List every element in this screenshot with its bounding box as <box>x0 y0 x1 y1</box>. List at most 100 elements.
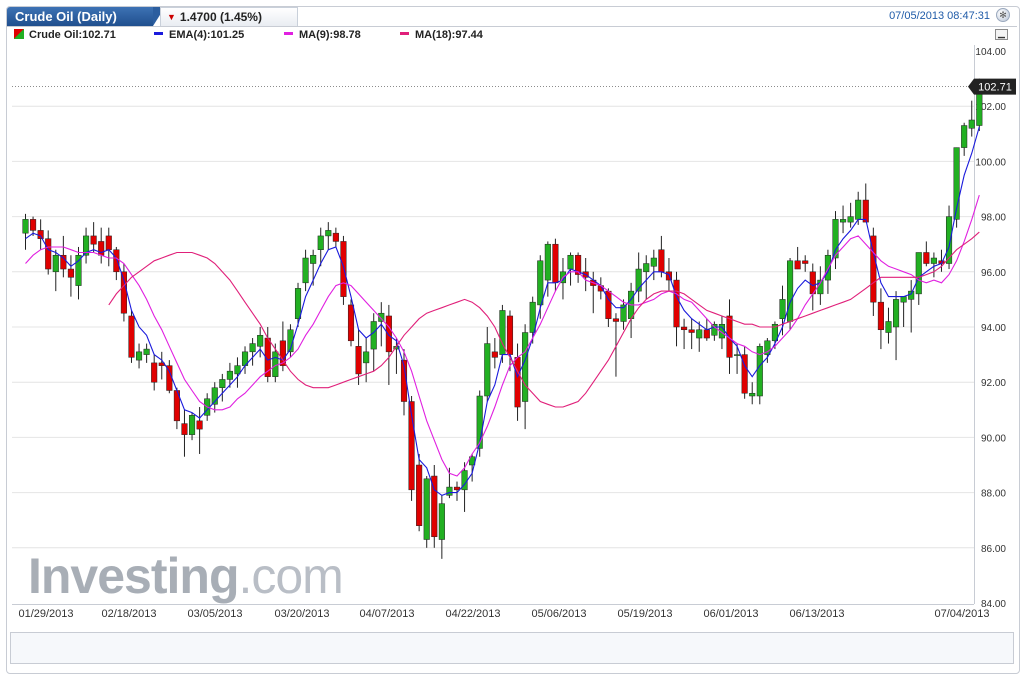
candle-body <box>272 351 279 377</box>
candle-body <box>787 260 794 322</box>
candle-body <box>446 486 453 496</box>
y-tick-label: 90.00 <box>981 433 1006 444</box>
candle-body <box>181 423 188 435</box>
candle-body <box>893 299 900 328</box>
watermark-suffix: .com <box>238 548 343 604</box>
candle-body <box>423 478 430 540</box>
candle-body <box>310 254 317 264</box>
candle-body <box>779 299 786 319</box>
candle-body <box>673 279 680 328</box>
candle-body <box>900 296 907 303</box>
x-tick-label: 06/13/2013 <box>789 608 844 620</box>
candle-body <box>325 230 332 237</box>
candle-body <box>332 232 339 242</box>
candle-body <box>67 268 74 278</box>
y-tick-label: 94.00 <box>981 323 1006 334</box>
candle-body <box>832 219 839 259</box>
y-tick-label: 88.00 <box>981 489 1006 500</box>
x-tick-label: 04/07/2013 <box>359 608 414 620</box>
time-navigator[interactable] <box>10 632 1014 664</box>
candle-body <box>658 249 665 273</box>
candle-body <box>363 351 370 364</box>
candle-body <box>802 260 809 264</box>
candle-body <box>522 332 529 402</box>
y-tick-label: 104.00 <box>975 47 1006 58</box>
x-tick-label: 06/01/2013 <box>703 608 758 620</box>
candle-body <box>544 243 551 281</box>
candle-body <box>98 241 105 256</box>
candle-body <box>234 365 241 375</box>
y-tick-label: 98.00 <box>981 213 1006 224</box>
candle-body <box>340 241 347 297</box>
candle-body <box>90 235 97 245</box>
candle-body <box>196 420 203 430</box>
series-line-ma18 <box>108 231 980 408</box>
y-tick-label: 86.00 <box>981 544 1006 555</box>
candle-body <box>840 219 847 223</box>
candle-body <box>749 392 756 397</box>
y-tick-label: 100.00 <box>975 157 1006 168</box>
candle-body <box>643 263 650 273</box>
candle-body <box>188 415 196 435</box>
x-tick-label: 01/29/2013 <box>18 608 73 620</box>
candle-body <box>537 260 544 306</box>
candle-body <box>862 199 869 223</box>
candle-body <box>438 503 445 540</box>
candle-body <box>347 304 355 342</box>
candle-body <box>506 315 514 355</box>
candle-body <box>734 354 741 356</box>
candle-body <box>484 343 491 397</box>
y-tick-label: 96.00 <box>981 268 1006 279</box>
candle-body <box>317 235 324 250</box>
x-tick-label: 05/19/2013 <box>617 608 672 620</box>
candle-body <box>45 238 52 270</box>
investing-watermark-logo: Investing.com <box>28 548 344 604</box>
candle-body <box>915 252 922 295</box>
candle-body <box>105 235 112 250</box>
candle-body <box>885 321 892 333</box>
candle-body <box>703 329 710 339</box>
candle-body <box>113 249 120 273</box>
candle-body <box>219 379 226 388</box>
y-tick-label: 92.00 <box>981 378 1006 389</box>
candle-body <box>52 254 59 273</box>
candle-body <box>37 230 44 239</box>
candle-body <box>166 365 173 391</box>
x-tick-label: 04/22/2013 <box>445 608 500 620</box>
candle-body <box>930 257 937 264</box>
candle-body <box>294 288 302 319</box>
x-tick-label: 02/18/2013 <box>101 608 156 620</box>
x-tick-label: 03/05/2013 <box>187 608 242 620</box>
candle-body <box>30 219 37 231</box>
candle-body <box>22 219 29 234</box>
candle-body <box>370 321 377 350</box>
x-tick-label: 03/20/2013 <box>274 608 329 620</box>
candle-body <box>355 346 362 375</box>
candle-body <box>968 119 975 129</box>
candle-body <box>302 257 309 284</box>
candle-body <box>923 252 930 264</box>
x-tick-label: 05/06/2013 <box>531 608 586 620</box>
candle-body <box>877 301 884 331</box>
last-price-label: 102.71 <box>978 82 1012 94</box>
candle-body <box>681 326 688 331</box>
candle-body <box>650 257 657 267</box>
candle-body <box>416 464 423 526</box>
candle-body <box>794 260 801 270</box>
candle-body <box>75 254 82 286</box>
candle-body <box>696 329 703 339</box>
candle-body <box>567 254 574 270</box>
candle-body <box>453 486 461 491</box>
candle-body <box>908 290 915 300</box>
candle-body <box>491 351 498 358</box>
candle-body <box>688 329 695 333</box>
watermark-brand: Investing <box>28 548 239 604</box>
candle-body <box>226 370 233 380</box>
x-tick-label: 07/04/2013 <box>934 608 989 620</box>
candle-body <box>961 125 968 148</box>
candle-body <box>385 315 392 353</box>
candle-body <box>612 318 620 322</box>
candle-body <box>249 343 256 353</box>
candle-body <box>120 271 127 314</box>
candle-body <box>847 216 854 223</box>
